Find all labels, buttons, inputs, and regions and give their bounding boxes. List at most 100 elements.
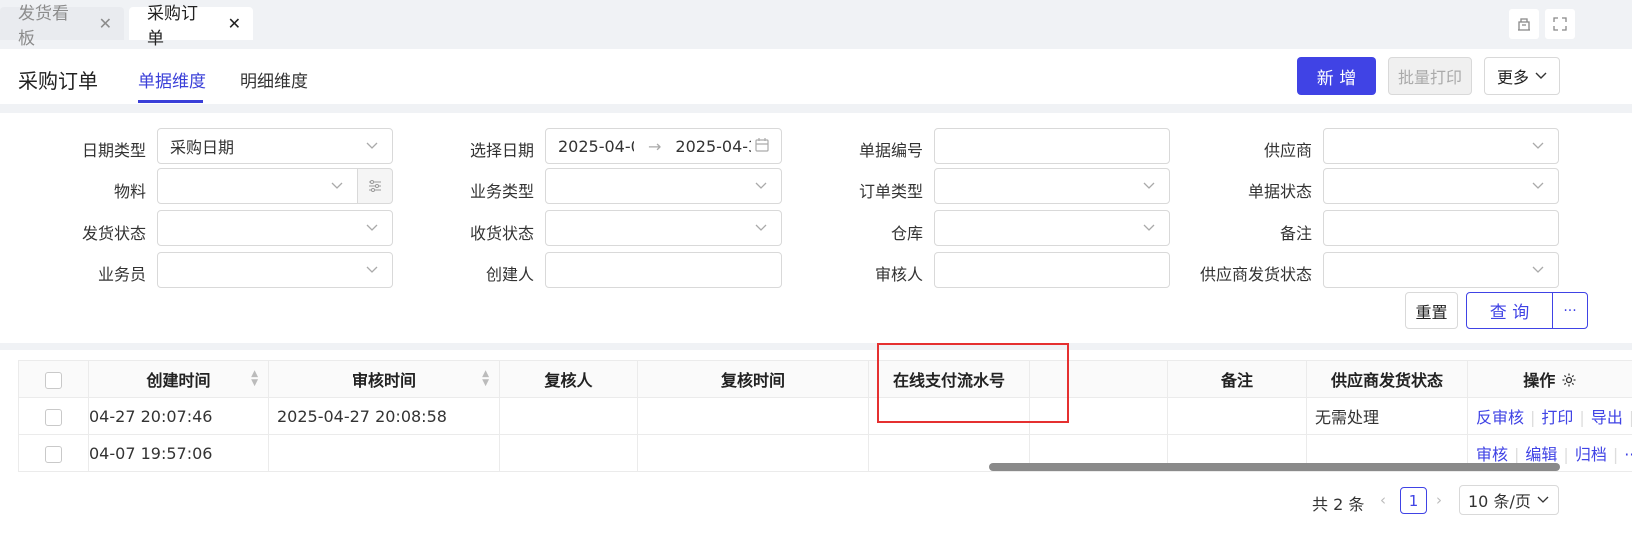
query-button[interactable]: 查 询 (1466, 292, 1553, 329)
home-icon[interactable] (1509, 9, 1539, 39)
date-type-select[interactable]: 采购日期 (157, 128, 393, 164)
select-all-checkbox[interactable] (45, 371, 62, 389)
reset-button[interactable]: 重置 (1405, 292, 1458, 329)
page-size-value: 10 条/页 (1468, 492, 1531, 511)
tab-detail-dimension[interactable]: 明细维度 (240, 67, 308, 92)
calendar-icon (755, 138, 769, 152)
remark-input[interactable] (1323, 210, 1559, 246)
select-all-cell (18, 360, 89, 398)
doc-status-select[interactable] (1323, 168, 1559, 204)
table-header-row: 创建时间 ▲ ▼ 审核时间 ▲ ▼ 复核人 复核时间 在线支付流水号 备注 供应商发货状… (18, 360, 1632, 398)
chevron-down-icon (1532, 266, 1544, 273)
warehouse-select[interactable] (934, 210, 1170, 246)
receive-status-label: 收货状态 (469, 224, 534, 243)
export-link[interactable]: 导出 (1591, 408, 1623, 427)
sort-icon[interactable]: ▲ ▼ (251, 370, 258, 388)
row-select-cell (18, 434, 89, 472)
query-more-button[interactable]: ··· (1552, 292, 1588, 329)
tab-label: 发货看板 (18, 3, 69, 49)
cell-recheck-time (637, 397, 869, 435)
tab-label: 采购订单 (147, 3, 198, 49)
column-label: 操作 (1523, 371, 1556, 390)
creator-input[interactable] (545, 252, 782, 288)
close-icon[interactable]: ✕ (228, 14, 241, 33)
supplier-ship-status-label: 供应商发货状态 (1199, 265, 1312, 284)
reviewer-input[interactable] (934, 252, 1170, 288)
horizontal-scrollbar[interactable] (989, 463, 1560, 471)
material-filter-icon[interactable] (357, 168, 393, 204)
date-type-value: 采购日期 (170, 138, 235, 157)
column-label: 创建时间 (146, 371, 211, 390)
edit-link[interactable]: 编辑 (1525, 445, 1557, 464)
salesman-select[interactable] (157, 252, 393, 288)
next-page-icon[interactable]: › (1436, 491, 1442, 509)
gear-icon[interactable] (1561, 372, 1577, 388)
row-select-cell (18, 397, 89, 435)
fullscreen-icon[interactable] (1545, 9, 1575, 39)
page-1-button[interactable]: 1 (1400, 487, 1427, 514)
row-checkbox[interactable] (45, 445, 62, 463)
divider: | (1514, 445, 1520, 464)
chevron-down-icon (1535, 72, 1547, 79)
date-end: 2025-04-3( (675, 136, 751, 156)
ship-status-select[interactable] (157, 210, 393, 246)
print-link[interactable]: 打印 (1541, 408, 1573, 427)
page-size-select[interactable]: 10 条/页 (1459, 485, 1559, 515)
doc-no-input[interactable] (934, 128, 1170, 164)
chevron-down-icon (1532, 142, 1544, 149)
column-header-payment-no: 在线支付流水号 (868, 360, 1030, 398)
supplier-label: 供应商 (1263, 141, 1312, 160)
add-button[interactable]: 新 增 (1297, 57, 1376, 95)
active-tab-indicator (138, 100, 203, 103)
sort-icon[interactable]: ▲ ▼ (482, 370, 489, 388)
page-title: 采购订单 (18, 69, 98, 93)
column-header-rechecker: 复核人 (499, 360, 638, 398)
cell-recheck-time (637, 434, 869, 472)
chevron-down-icon (755, 182, 767, 189)
prev-page-icon[interactable]: ‹ (1380, 491, 1386, 509)
supplier-select[interactable] (1323, 128, 1559, 164)
chevron-down-icon (366, 142, 378, 149)
divider: | (1530, 408, 1536, 427)
warehouse-label: 仓库 (890, 224, 923, 243)
tab-document-dimension[interactable]: 单据维度 (138, 67, 206, 92)
archive-link[interactable]: 归档 (1575, 445, 1607, 464)
column-header-remark: 备注 (1167, 360, 1307, 398)
review-link[interactable]: 审核 (1476, 445, 1508, 464)
more-dropdown-button[interactable]: 更多 (1484, 57, 1560, 95)
batch-print-button[interactable]: 批量打印 (1388, 57, 1472, 95)
column-header-reviewed[interactable]: 审核时间 ▲ ▼ (268, 360, 500, 398)
cell-rechecker (499, 397, 638, 435)
purchase-order-table: 创建时间 ▲ ▼ 审核时间 ▲ ▼ 复核人 复核时间 在线支付流水号 备注 供应商发货状… (18, 360, 1632, 472)
unreview-link[interactable]: 反审核 (1476, 408, 1524, 427)
more-label: 更多 (1496, 68, 1529, 87)
order-type-select[interactable] (934, 168, 1170, 204)
supplier-ship-status-select[interactable] (1323, 252, 1559, 288)
chevron-down-icon (366, 224, 378, 231)
close-icon[interactable]: ✕ (99, 14, 112, 33)
divider: | (1563, 445, 1569, 464)
salesman-label: 业务员 (97, 265, 146, 284)
row-checkbox[interactable] (45, 408, 62, 426)
more-actions-icon[interactable]: ··· (1624, 445, 1631, 464)
cell-actions: 反审核|打印|导出|··· (1467, 397, 1632, 435)
chevron-down-icon (1532, 182, 1544, 189)
receive-status-select[interactable] (545, 210, 782, 246)
tab-bar: 发货看板 ✕ 采购订单 ✕ (0, 0, 1632, 49)
cell-created: 04-07 19:57:06 (88, 434, 269, 472)
table-row[interactable]: 04-27 20:07:46 2025-04-27 20:08:58 无需处理 … (18, 397, 1632, 435)
date-range-picker[interactable]: 2025-04-0 → 2025-04-3( (545, 128, 782, 164)
biz-type-select[interactable] (545, 168, 782, 204)
material-select[interactable] (157, 168, 358, 204)
column-header-created[interactable]: 创建时间 ▲ ▼ (88, 360, 269, 398)
tab-shipping-board[interactable]: 发货看板 ✕ (0, 4, 124, 49)
date-type-label: 日期类型 (81, 141, 146, 160)
chevron-down-icon (366, 266, 378, 273)
creator-label: 创建人 (485, 265, 534, 284)
page-header: 采购订单 单据维度 明细维度 新 增 批量打印 更多 (0, 49, 1632, 104)
tab-purchase-order[interactable]: 采购订单 ✕ (129, 4, 253, 49)
filter-panel: 日期类型 采购日期 选择日期 2025-04-0 → 2025-04-3( 单据… (0, 113, 1632, 343)
biz-type-label: 业务类型 (469, 182, 534, 201)
divider: | (1579, 408, 1585, 427)
cell-remark (1167, 397, 1307, 435)
